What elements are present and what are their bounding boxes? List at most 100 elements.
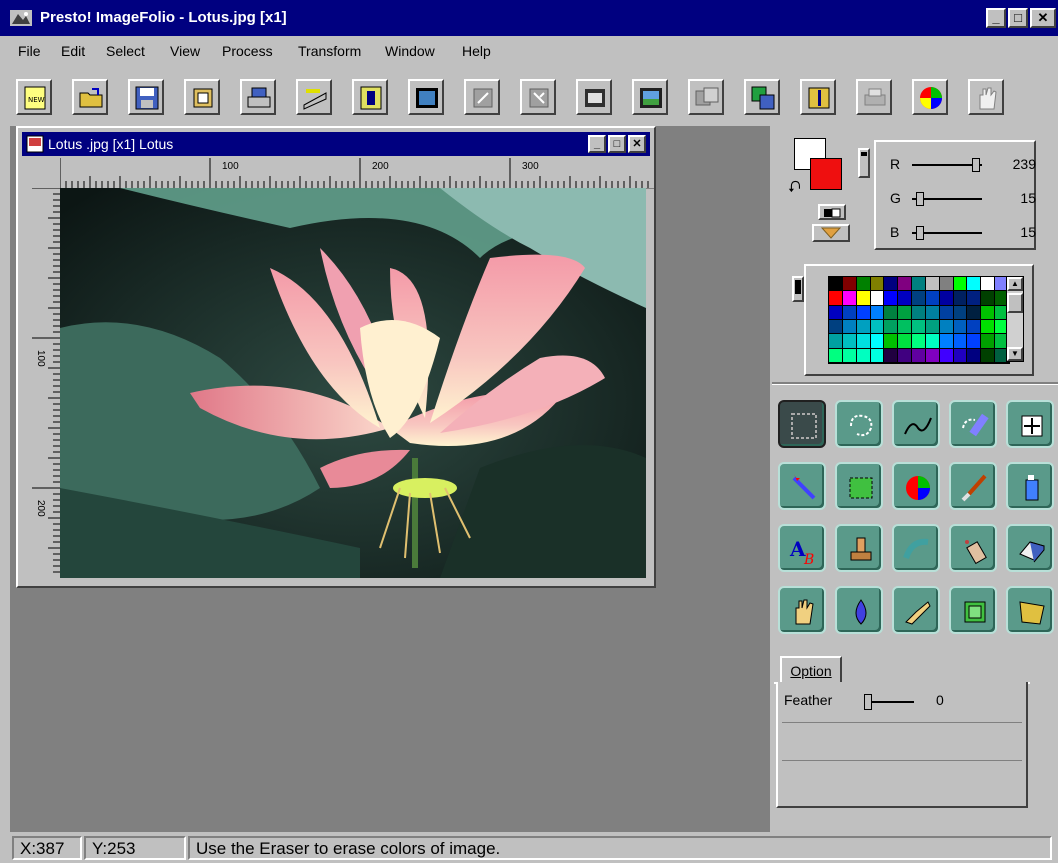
title-bar[interactable]: Presto! ImageFolio - Lotus.jpg [x1] _ □ …	[0, 0, 1058, 36]
palette-swatch[interactable]	[925, 291, 940, 306]
palette-swatch[interactable]	[898, 291, 913, 306]
palette-swatch[interactable]	[842, 319, 857, 335]
move-tool[interactable]	[1006, 400, 1054, 448]
menu-window[interactable]: Window	[385, 43, 435, 59]
palette-swatch[interactable]	[925, 277, 940, 292]
smudge-tool[interactable]	[892, 524, 940, 572]
image-frame-button[interactable]	[408, 79, 444, 115]
stamp-tool[interactable]	[835, 524, 883, 572]
green-slider[interactable]: G 15	[886, 188, 1036, 210]
palette-swatch[interactable]	[939, 319, 954, 335]
palette-swatch[interactable]	[856, 305, 871, 320]
palette-swatch[interactable]	[856, 319, 871, 335]
maximize-button[interactable]: □	[1008, 8, 1028, 28]
scroll-down-button[interactable]: ▼	[1007, 347, 1023, 361]
document-window[interactable]: Lotus .jpg [x1] Lotus _ □ ✕ 100 200 300 …	[16, 126, 656, 588]
document-title-bar[interactable]: Lotus .jpg [x1] Lotus _ □ ✕	[22, 132, 650, 156]
palette-swatch[interactable]	[829, 277, 843, 292]
browse-button[interactable]	[184, 79, 220, 115]
palette-swatch[interactable]	[981, 319, 996, 335]
menu-transform[interactable]: Transform	[298, 43, 361, 59]
palette-swatch[interactable]	[953, 291, 968, 306]
doc-minimize-button[interactable]: _	[588, 135, 606, 153]
palette-swatch[interactable]	[953, 305, 968, 320]
menu-view[interactable]: View	[170, 43, 200, 59]
palette-swatch[interactable]	[981, 291, 996, 306]
palette-swatch[interactable]	[884, 319, 899, 335]
scan-button[interactable]	[240, 79, 276, 115]
scroll-up-button[interactable]: ▲	[1007, 277, 1023, 291]
palette-swatch[interactable]	[884, 291, 899, 306]
palette-swatch[interactable]	[898, 277, 913, 292]
flip-button[interactable]	[576, 79, 612, 115]
palette-swatch[interactable]	[981, 334, 996, 349]
palette-swatch[interactable]	[898, 305, 913, 320]
palette-swatch[interactable]	[967, 348, 982, 363]
palette-swatch[interactable]	[870, 277, 885, 292]
palette-swatch[interactable]	[870, 319, 885, 335]
palette-swatch[interactable]	[898, 348, 913, 363]
tab-option[interactable]: Option	[780, 656, 842, 684]
pointing-hand-tool[interactable]	[892, 586, 940, 634]
palette-swatch[interactable]	[967, 277, 982, 292]
palette-swatch[interactable]	[967, 334, 982, 349]
palette-swatch[interactable]	[939, 348, 954, 363]
palette-swatch[interactable]	[829, 305, 843, 320]
palette-swatch[interactable]	[953, 319, 968, 335]
palette-swatch[interactable]	[856, 291, 871, 306]
open-button[interactable]	[72, 79, 108, 115]
marquee-select-tool[interactable]	[778, 400, 826, 448]
palette-swatch[interactable]	[856, 334, 871, 349]
text-tool[interactable]: AB	[778, 524, 826, 572]
color-picker-tool[interactable]	[892, 462, 940, 510]
palette-swatch[interactable]	[939, 334, 954, 349]
green-thumb[interactable]	[915, 192, 924, 206]
menu-help[interactable]: Help	[462, 43, 491, 59]
menu-file[interactable]: File	[18, 43, 41, 59]
palette-swatch[interactable]	[884, 305, 899, 320]
image-canvas[interactable]	[60, 188, 646, 578]
palette-swatch[interactable]	[953, 334, 968, 349]
spray-can-tool[interactable]	[1006, 462, 1054, 510]
palette-swatch[interactable]	[981, 348, 996, 363]
close-button[interactable]: ✕	[1030, 8, 1056, 28]
palette-swatch[interactable]	[870, 334, 885, 349]
palette-swatch[interactable]	[981, 305, 996, 320]
water-drop-tool[interactable]	[835, 586, 883, 634]
palette-swatch[interactable]	[953, 277, 968, 292]
palette-swatch[interactable]	[842, 291, 857, 306]
palette-swatch[interactable]	[912, 319, 926, 335]
palette-swatch[interactable]	[870, 291, 885, 306]
foreground-color-swatch[interactable]	[810, 158, 842, 190]
palette-swatch[interactable]	[884, 348, 899, 363]
print-button[interactable]	[856, 79, 892, 115]
palette-swatch[interactable]	[912, 348, 926, 363]
palette-swatch[interactable]	[912, 291, 926, 306]
palette-swatch[interactable]	[953, 348, 968, 363]
palette-swatch[interactable]	[898, 334, 913, 349]
lasso-tool[interactable]	[835, 400, 883, 448]
palette-swatch[interactable]	[967, 319, 982, 335]
swap-colors-icon[interactable]: ⮏	[788, 176, 801, 203]
palette-swatch[interactable]	[925, 305, 940, 320]
color-mode-button[interactable]	[812, 224, 850, 242]
palette-swatch[interactable]	[856, 348, 871, 363]
blue-thumb[interactable]	[915, 226, 924, 240]
color-wheel-button[interactable]	[912, 79, 948, 115]
palette-swatch[interactable]	[912, 334, 926, 349]
palette-swatch[interactable]	[829, 319, 843, 335]
palette-swatch[interactable]	[884, 277, 899, 292]
freehand-line-tool[interactable]	[892, 400, 940, 448]
rgb-mode-toggle[interactable]	[858, 148, 870, 178]
app-icon[interactable]	[10, 8, 32, 28]
menu-select[interactable]: Select	[106, 43, 145, 59]
rotate-button[interactable]	[520, 79, 556, 115]
red-thumb[interactable]	[972, 158, 981, 172]
new-button[interactable]: NEW	[16, 79, 52, 115]
palette-swatch[interactable]	[912, 277, 926, 292]
palette-swatch[interactable]	[925, 334, 940, 349]
doc-maximize-button[interactable]: □	[608, 135, 626, 153]
palette-swatch[interactable]	[842, 348, 857, 363]
perspective-tool[interactable]	[1006, 586, 1054, 634]
palette-swatch[interactable]	[939, 305, 954, 320]
